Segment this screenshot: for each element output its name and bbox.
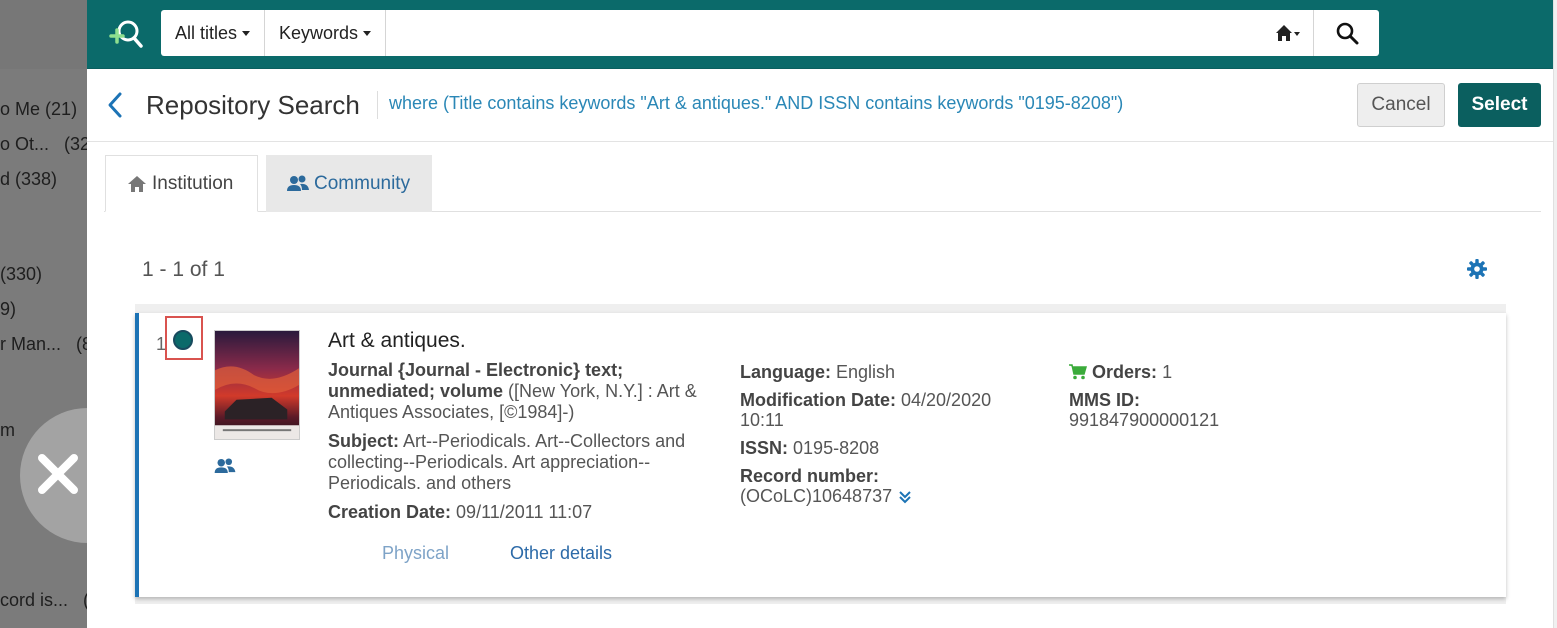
- chevron-down-icon: [242, 30, 251, 36]
- background-item: r Man... (8: [0, 334, 87, 354]
- background-item: o Me (21): [0, 99, 78, 119]
- dialog-header: Repository Search where (Title contains …: [87, 69, 1553, 142]
- orders-value[interactable]: 1: [1162, 362, 1172, 382]
- record-title[interactable]: Art & antiques.: [328, 330, 708, 351]
- back-chevron-icon[interactable]: [105, 91, 125, 119]
- background-item: (330): [0, 264, 43, 284]
- issn-value: 0195-8208: [793, 438, 880, 458]
- background-item: d (338): [0, 169, 58, 189]
- record-type: Journal {Journal - Electronic} text; unm…: [328, 360, 708, 423]
- search-scope-dropdown[interactable]: All titles: [161, 10, 266, 56]
- tab-institution-label: Institution: [152, 172, 234, 194]
- chevron-down-icon: [363, 30, 372, 36]
- other-details-link[interactable]: Other details: [510, 543, 612, 564]
- tab-community-label: Community: [314, 172, 411, 194]
- search-scope-label: All titles: [175, 22, 238, 43]
- record-number: Record number: (OCoLC)10648737: [740, 466, 1030, 506]
- mms-id-label: MMS ID:: [1069, 390, 1140, 410]
- record-details: Language: English Modification Date: 04/…: [740, 362, 1030, 514]
- record-order-info: Orders: 1 MMS ID: 991847900000121: [1069, 362, 1329, 438]
- physical-link[interactable]: Physical: [382, 543, 449, 564]
- search-icon: [1336, 22, 1358, 45]
- record-creation-date: Creation Date: 09/11/2011 11:07: [328, 502, 708, 523]
- results-count: 1 - 1 of 1: [142, 258, 225, 281]
- cancel-button[interactable]: Cancel: [1357, 83, 1445, 127]
- home-icon: [1276, 25, 1300, 41]
- modification-date-label: Modification Date:: [740, 390, 896, 410]
- background-item: m: [0, 420, 15, 440]
- double-chevron-down-icon[interactable]: [898, 490, 912, 504]
- home-dropdown-button[interactable]: [1263, 10, 1313, 56]
- tab-institution[interactable]: Institution: [105, 155, 258, 212]
- record-issn: ISSN: 0195-8208: [740, 438, 1030, 458]
- record-subject: Subject: Art--Periodicals. Art--Collecto…: [328, 431, 708, 494]
- search-plus-logo-icon[interactable]: [109, 18, 143, 50]
- creation-date-value: 09/11/2011 11:07: [456, 502, 593, 522]
- background-item: 9): [0, 299, 17, 319]
- record-orders: Orders: 1: [1069, 362, 1329, 382]
- close-icon[interactable]: [36, 452, 80, 496]
- record-number-value: (OCoLC)10648737: [740, 486, 893, 506]
- repository-search-dialog: All titles Keywords Repository Search wh…: [87, 0, 1553, 628]
- mms-id-value: 991847900000121: [1069, 410, 1220, 430]
- record-language: Language: English: [740, 362, 1030, 382]
- search-input[interactable]: [386, 10, 1263, 56]
- select-radio[interactable]: [173, 330, 193, 350]
- record-modification-date: Modification Date: 04/20/2020 10:11: [740, 390, 1030, 430]
- users-icon: [287, 175, 309, 191]
- tab-community[interactable]: Community: [266, 155, 432, 212]
- subject-label: Subject:: [328, 431, 400, 451]
- creation-date-label: Creation Date:: [328, 502, 452, 522]
- language-value: English: [836, 362, 896, 382]
- record-main-info: Art & antiques. Journal {Journal - Elect…: [328, 330, 708, 531]
- gear-icon[interactable]: [1467, 259, 1487, 279]
- header-divider: [377, 91, 378, 119]
- top-search-bar: All titles Keywords: [87, 0, 1553, 69]
- select-button[interactable]: Select: [1458, 83, 1541, 127]
- language-label: Language:: [740, 362, 832, 382]
- search-field-label: Keywords: [279, 22, 359, 43]
- scrollbar[interactable]: [1553, 0, 1557, 628]
- home-icon: [128, 175, 146, 192]
- background-item: cord is... (5: [0, 590, 87, 610]
- record-mms-id: MMS ID: 991847900000121: [1069, 390, 1329, 430]
- community-record-icon: [214, 458, 236, 474]
- issn-label: ISSN:: [740, 438, 789, 458]
- search-bar: All titles Keywords: [161, 10, 1379, 56]
- search-button[interactable]: [1313, 10, 1379, 56]
- search-query-link[interactable]: where (Title contains keywords "Art & an…: [389, 93, 1123, 114]
- background-item: o Ot... (32: [0, 134, 87, 154]
- orders-label: Orders:: [1092, 362, 1158, 382]
- search-tabs: Institution Community: [104, 155, 1541, 212]
- search-field-dropdown[interactable]: Keywords: [265, 10, 387, 56]
- cover-thumbnail[interactable]: [214, 330, 300, 440]
- background-header: [0, 0, 87, 69]
- record-number-label: Record number:: [740, 466, 880, 486]
- cart-icon: [1069, 364, 1087, 380]
- page-title: Repository Search: [146, 90, 360, 120]
